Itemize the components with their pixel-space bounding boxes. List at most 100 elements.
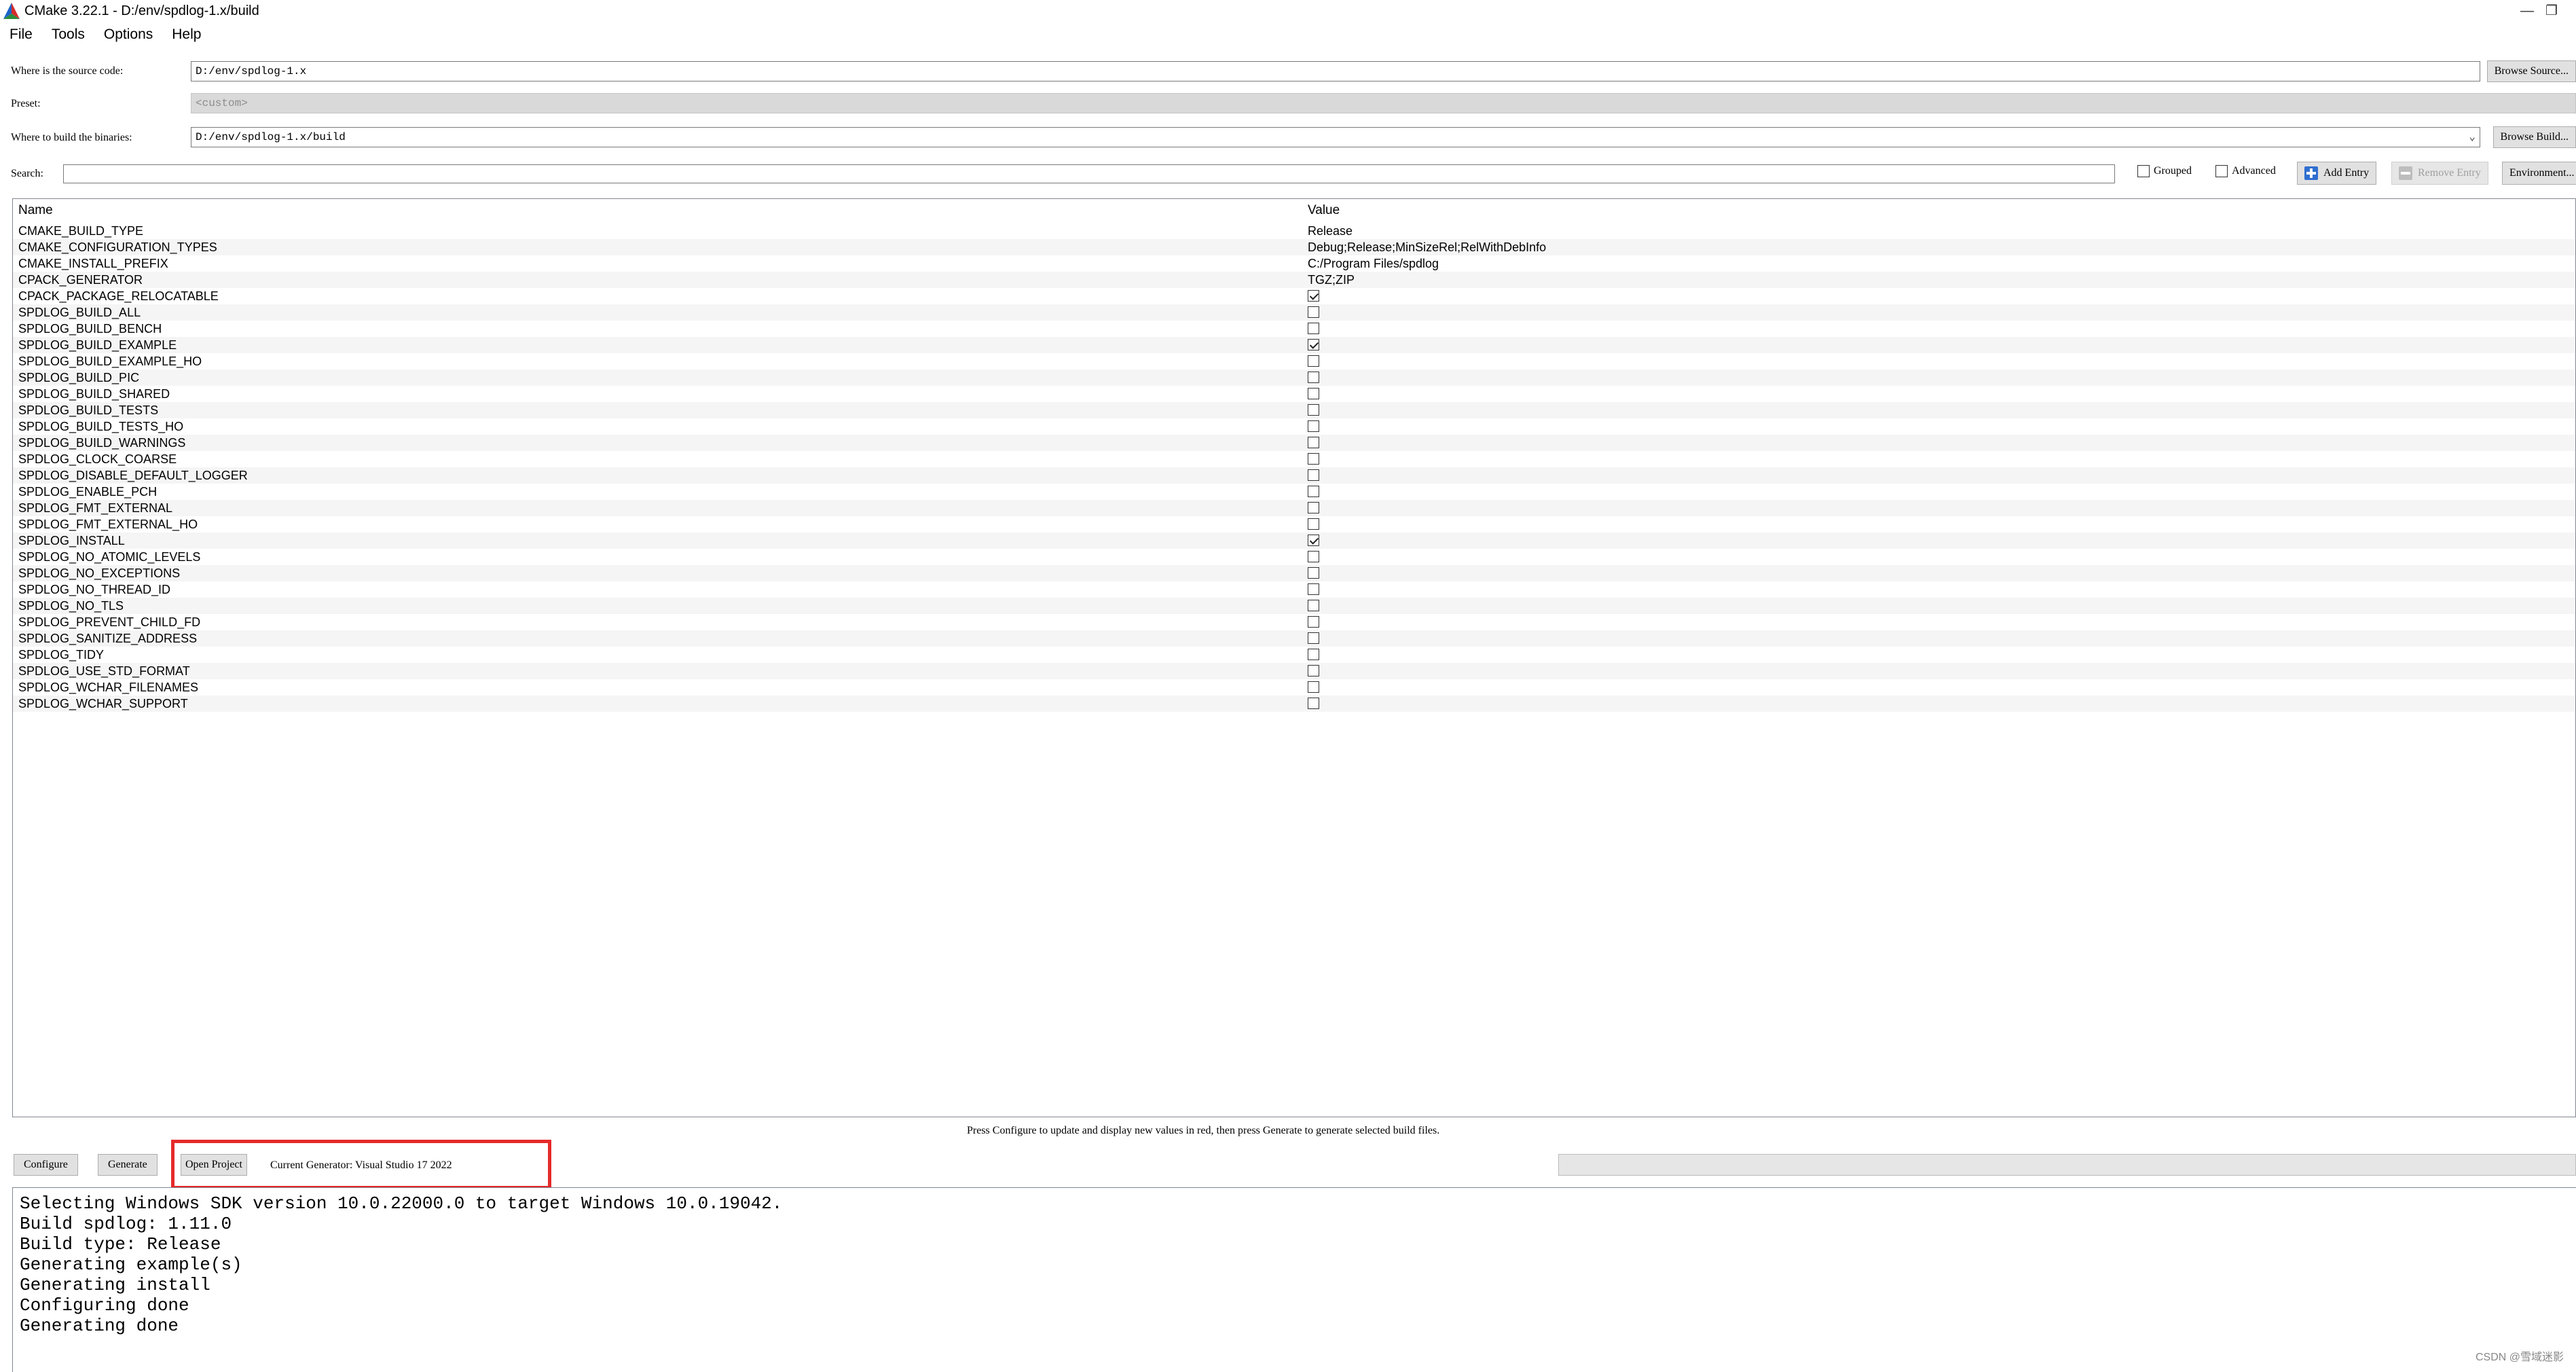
cache-entry-value[interactable] xyxy=(1308,484,1319,500)
cache-entry-checkbox[interactable] xyxy=(1308,616,1319,628)
cache-entry-checkbox[interactable] xyxy=(1308,567,1319,579)
generate-button[interactable]: Generate xyxy=(98,1154,158,1176)
cache-entry-value[interactable] xyxy=(1308,337,1319,353)
cache-row[interactable]: SPDLOG_CLOCK_COARSE xyxy=(13,451,2575,467)
cache-entry-checkbox[interactable] xyxy=(1308,649,1319,661)
cache-row[interactable]: SPDLOG_BUILD_WARNINGS xyxy=(13,435,2575,451)
cache-entry-checkbox[interactable] xyxy=(1308,355,1319,367)
cache-entry-value[interactable] xyxy=(1308,321,1319,337)
cache-entry-value[interactable] xyxy=(1308,630,1319,647)
chevron-down-icon[interactable]: ⌄ xyxy=(2469,128,2476,147)
cache-entry-checkbox[interactable] xyxy=(1308,583,1319,596)
search-input[interactable] xyxy=(63,164,2115,183)
cache-row[interactable]: SPDLOG_SANITIZE_ADDRESS xyxy=(13,630,2575,647)
output-log[interactable]: Selecting Windows SDK version 10.0.22000… xyxy=(12,1187,2576,1372)
cache-row[interactable]: SPDLOG_WCHAR_FILENAMES xyxy=(13,679,2575,696)
cache-entry-checkbox[interactable] xyxy=(1308,437,1319,449)
cache-entry-checkbox[interactable] xyxy=(1308,290,1319,302)
cache-entry-checkbox[interactable] xyxy=(1308,339,1319,351)
cache-row[interactable]: SPDLOG_BUILD_SHARED xyxy=(13,386,2575,402)
menu-help[interactable]: Help xyxy=(162,26,210,43)
cache-entry-value[interactable]: Debug;Release;MinSizeRel;RelWithDebInfo xyxy=(1308,239,1546,255)
cache-entry-value[interactable] xyxy=(1308,598,1319,614)
cache-entry-checkbox[interactable] xyxy=(1308,681,1319,693)
cache-row[interactable]: CMAKE_INSTALL_PREFIX C:/Program Files/spd… xyxy=(13,255,2575,272)
cache-entry-value[interactable] xyxy=(1308,581,1319,598)
cache-row[interactable]: SPDLOG_NO_THREAD_ID xyxy=(13,581,2575,598)
cache-entry-checkbox[interactable] xyxy=(1308,600,1319,612)
cache-entry-value[interactable] xyxy=(1308,614,1319,630)
cache-row[interactable]: CMAKE_BUILD_TYPE Release xyxy=(13,223,2575,239)
cache-entry-value[interactable] xyxy=(1308,565,1319,581)
restore-button[interactable]: ❐ xyxy=(2542,1,2561,20)
cache-entry-value[interactable] xyxy=(1308,532,1319,549)
configure-button[interactable]: Configure xyxy=(14,1154,78,1176)
cache-entry-value[interactable]: C:/Program Files/spdlog xyxy=(1308,255,1439,272)
menu-options[interactable]: Options xyxy=(94,26,162,43)
cache-row[interactable]: SPDLOG_PREVENT_CHILD_FD xyxy=(13,614,2575,630)
cache-entry-value[interactable] xyxy=(1308,402,1319,418)
cache-entry-checkbox[interactable] xyxy=(1308,372,1319,384)
menu-tools[interactable]: Tools xyxy=(42,26,94,43)
cache-row[interactable]: SPDLOG_BUILD_BENCH xyxy=(13,321,2575,337)
cache-entry-value[interactable] xyxy=(1308,516,1319,532)
source-path-input[interactable]: D:/env/spdlog-1.x xyxy=(191,61,2480,82)
browse-build-button[interactable]: Browse Build... xyxy=(2492,126,2576,148)
cache-entry-value[interactable] xyxy=(1308,353,1319,369)
cache-row[interactable]: SPDLOG_BUILD_TESTS_HO xyxy=(13,418,2575,435)
environment-button[interactable]: Environment... xyxy=(2502,162,2576,185)
cache-entry-checkbox[interactable] xyxy=(1308,698,1319,710)
cache-row[interactable]: SPDLOG_USE_STD_FORMAT xyxy=(13,663,2575,679)
cache-row[interactable]: SPDLOG_FMT_EXTERNAL xyxy=(13,500,2575,516)
cache-entry-value[interactable] xyxy=(1308,500,1319,516)
cache-row[interactable]: SPDLOG_DISABLE_DEFAULT_LOGGER xyxy=(13,467,2575,484)
grouped-checkbox[interactable] xyxy=(2137,165,2150,177)
cache-row[interactable]: SPDLOG_ENABLE_PCH xyxy=(13,484,2575,500)
cache-row[interactable]: SPDLOG_NO_EXCEPTIONS xyxy=(13,565,2575,581)
cache-entry-value[interactable] xyxy=(1308,304,1319,321)
advanced-toggle[interactable]: Advanced xyxy=(2215,165,2276,177)
cache-entry-value[interactable] xyxy=(1308,435,1319,451)
cache-row[interactable]: CMAKE_CONFIGURATION_TYPES Debug;Release;M… xyxy=(13,239,2575,255)
cache-row[interactable]: SPDLOG_NO_ATOMIC_LEVELS xyxy=(13,549,2575,565)
cache-row[interactable]: SPDLOG_BUILD_PIC xyxy=(13,369,2575,386)
cache-entry-checkbox[interactable] xyxy=(1308,306,1319,319)
cache-row[interactable]: SPDLOG_BUILD_EXAMPLE xyxy=(13,337,2575,353)
cache-entry-value[interactable]: TGZ;ZIP xyxy=(1308,272,1355,288)
cache-entry-checkbox[interactable] xyxy=(1308,632,1319,645)
grouped-toggle[interactable]: Grouped xyxy=(2137,165,2192,177)
cache-entry-checkbox[interactable] xyxy=(1308,323,1319,335)
cache-entry-checkbox[interactable] xyxy=(1308,388,1319,400)
cache-table[interactable]: Name Value CMAKE_BUILD_TYPE Release CMAKE_… xyxy=(12,198,2576,1117)
cache-row[interactable]: CPACK_GENERATOR TGZ;ZIP xyxy=(13,272,2575,288)
cache-entry-value[interactable] xyxy=(1308,549,1319,565)
cache-row[interactable]: SPDLOG_BUILD_ALL xyxy=(13,304,2575,321)
cache-entry-value[interactable] xyxy=(1308,369,1319,386)
minimize-button[interactable]: — xyxy=(2518,1,2537,20)
remove-entry-button[interactable]: Remove Entry xyxy=(2391,162,2488,185)
build-path-combo[interactable]: D:/env/spdlog-1.x/build ⌄ xyxy=(191,127,2480,147)
add-entry-button[interactable]: Add Entry xyxy=(2297,162,2377,185)
cache-row[interactable]: SPDLOG_BUILD_EXAMPLE_HO xyxy=(13,353,2575,369)
cache-entry-value[interactable] xyxy=(1308,647,1319,663)
cache-entry-value[interactable] xyxy=(1308,451,1319,467)
cache-entry-value[interactable]: Release xyxy=(1308,223,1353,239)
cache-entry-value[interactable] xyxy=(1308,288,1319,304)
cache-entry-checkbox[interactable] xyxy=(1308,404,1319,416)
cache-entry-checkbox[interactable] xyxy=(1308,665,1319,677)
cache-row[interactable]: SPDLOG_NO_TLS xyxy=(13,598,2575,614)
cache-entry-checkbox[interactable] xyxy=(1308,420,1319,433)
cache-row[interactable]: CPACK_PACKAGE_RELOCATABLE xyxy=(13,288,2575,304)
cache-entry-value[interactable] xyxy=(1308,679,1319,696)
cache-row[interactable]: SPDLOG_BUILD_TESTS xyxy=(13,402,2575,418)
preset-select[interactable]: <custom> xyxy=(191,93,2576,113)
column-header-name[interactable]: Name xyxy=(18,203,53,218)
advanced-checkbox[interactable] xyxy=(2215,165,2228,177)
cache-entry-checkbox[interactable] xyxy=(1308,535,1319,547)
cache-entry-value[interactable] xyxy=(1308,696,1319,712)
menu-file[interactable]: File xyxy=(0,26,42,43)
cache-row[interactable]: SPDLOG_INSTALL xyxy=(13,532,2575,549)
cache-entry-value[interactable] xyxy=(1308,467,1319,484)
cache-entry-checkbox[interactable] xyxy=(1308,502,1319,514)
column-header-value[interactable]: Value xyxy=(1308,203,1340,218)
